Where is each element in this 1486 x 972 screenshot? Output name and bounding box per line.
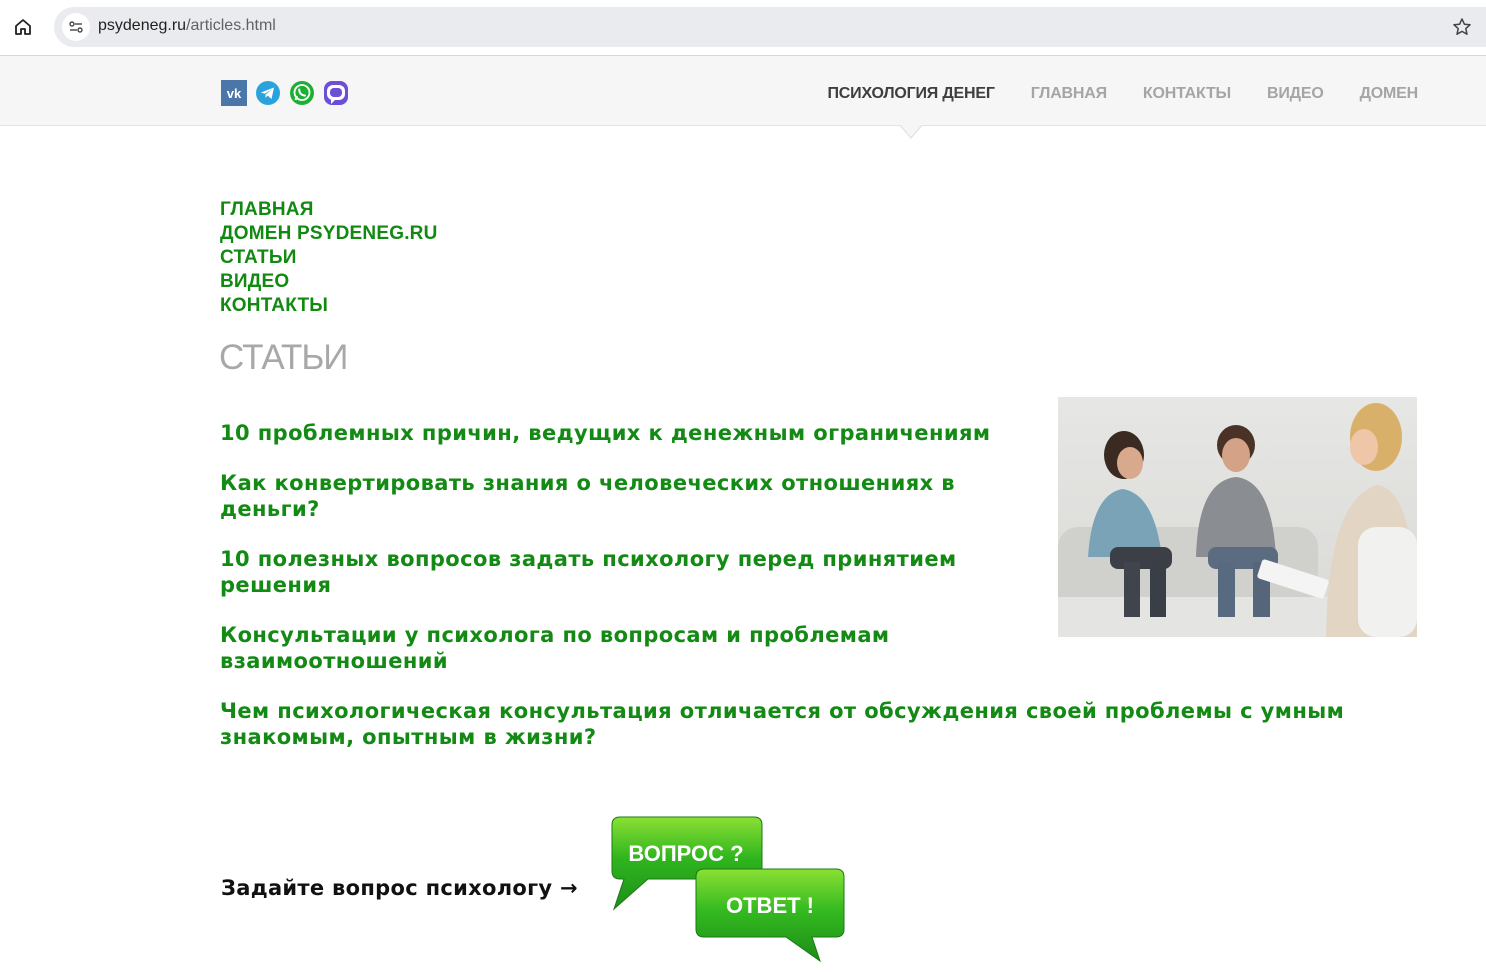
article-link[interactable]: Консультации у психолога по вопросам и п…: [220, 622, 1040, 674]
viber-icon[interactable]: [323, 80, 349, 106]
page-title: СТАТЬИ: [219, 338, 348, 377]
active-nav-pointer: [899, 124, 923, 139]
vk-icon[interactable]: vk: [221, 80, 247, 106]
article-link[interactable]: Чем психологическая консультация отличае…: [220, 698, 1390, 750]
browser-toolbar: psydeneg.ru/articles.html: [0, 0, 1486, 56]
whatsapp-icon[interactable]: [289, 80, 315, 106]
address-bar[interactable]: psydeneg.ru/articles.html: [54, 7, 1486, 47]
bookmark-star-icon[interactable]: [1450, 15, 1474, 39]
qa-answer-label: ОТВЕТ !: [726, 893, 814, 918]
site-header: vk ПСИХОЛОГИЯ ДЕНЕГ ГЛАВНАЯ КОНТАКТЫ ВИД…: [0, 56, 1486, 126]
articles-list: 10 проблемных причин, ведущих к денежным…: [220, 420, 1390, 774]
social-icons: vk: [221, 80, 349, 106]
side-menu-video[interactable]: ВИДЕО: [220, 270, 438, 294]
side-menu-articles[interactable]: СТАТЬИ: [220, 246, 438, 270]
ask-question-text: Задайте вопрос психологу →: [221, 876, 578, 900]
question-answer-banner[interactable]: ВОПРОС ? ОТВЕТ !: [608, 811, 848, 967]
qa-question-label: ВОПРОС ?: [628, 841, 743, 866]
svg-text:vk: vk: [227, 86, 242, 101]
nav-contacts[interactable]: КОНТАКТЫ: [1143, 85, 1231, 103]
article-link[interactable]: 10 проблемных причин, ведущих к денежным…: [220, 420, 1040, 446]
side-menu-home[interactable]: ГЛАВНАЯ: [220, 198, 438, 222]
home-icon[interactable]: [10, 14, 36, 40]
main-nav: ПСИХОЛОГИЯ ДЕНЕГ ГЛАВНАЯ КОНТАКТЫ ВИДЕО …: [827, 85, 1418, 103]
nav-psychology-of-money[interactable]: ПСИХОЛОГИЯ ДЕНЕГ: [827, 85, 994, 103]
url-text[interactable]: psydeneg.ru/articles.html: [98, 17, 276, 35]
nav-video[interactable]: ВИДЕО: [1267, 85, 1324, 103]
site-info-icon[interactable]: [62, 13, 90, 41]
article-link[interactable]: Как конвертировать знания о человеческих…: [220, 470, 1040, 522]
nav-domain[interactable]: ДОМЕН: [1360, 85, 1419, 103]
side-menu: ГЛАВНАЯ ДОМЕН PSYDENEG.RU СТАТЬИ ВИДЕО К…: [220, 198, 438, 318]
url-path: /articles.html: [186, 17, 276, 34]
side-menu-contacts[interactable]: КОНТАКТЫ: [220, 294, 438, 318]
article-link[interactable]: 10 полезных вопросов задать психологу пе…: [220, 546, 1040, 598]
url-host: psydeneg.ru: [98, 17, 187, 34]
nav-home[interactable]: ГЛАВНАЯ: [1031, 85, 1107, 103]
telegram-icon[interactable]: [255, 80, 281, 106]
side-menu-domain[interactable]: ДОМЕН PSYDENEG.RU: [220, 222, 438, 246]
